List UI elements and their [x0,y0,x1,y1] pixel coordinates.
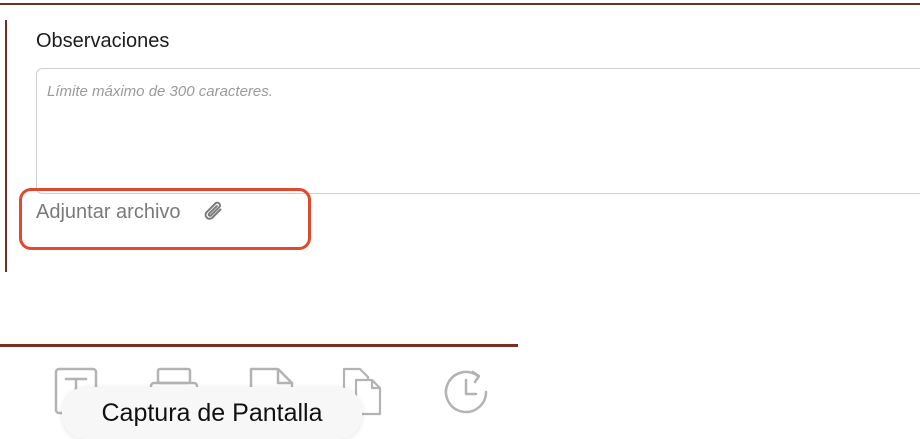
screenshot-tooltip: Captura de Pantalla [62,387,362,439]
history-clock-icon[interactable] [442,366,494,418]
toolbar-divider [0,344,518,347]
observaciones-label: Observaciones [36,30,170,52]
top-divider [0,3,920,5]
annotation-highlight-box [19,188,311,250]
section-left-border [5,20,7,272]
observaciones-textarea[interactable] [36,68,920,194]
